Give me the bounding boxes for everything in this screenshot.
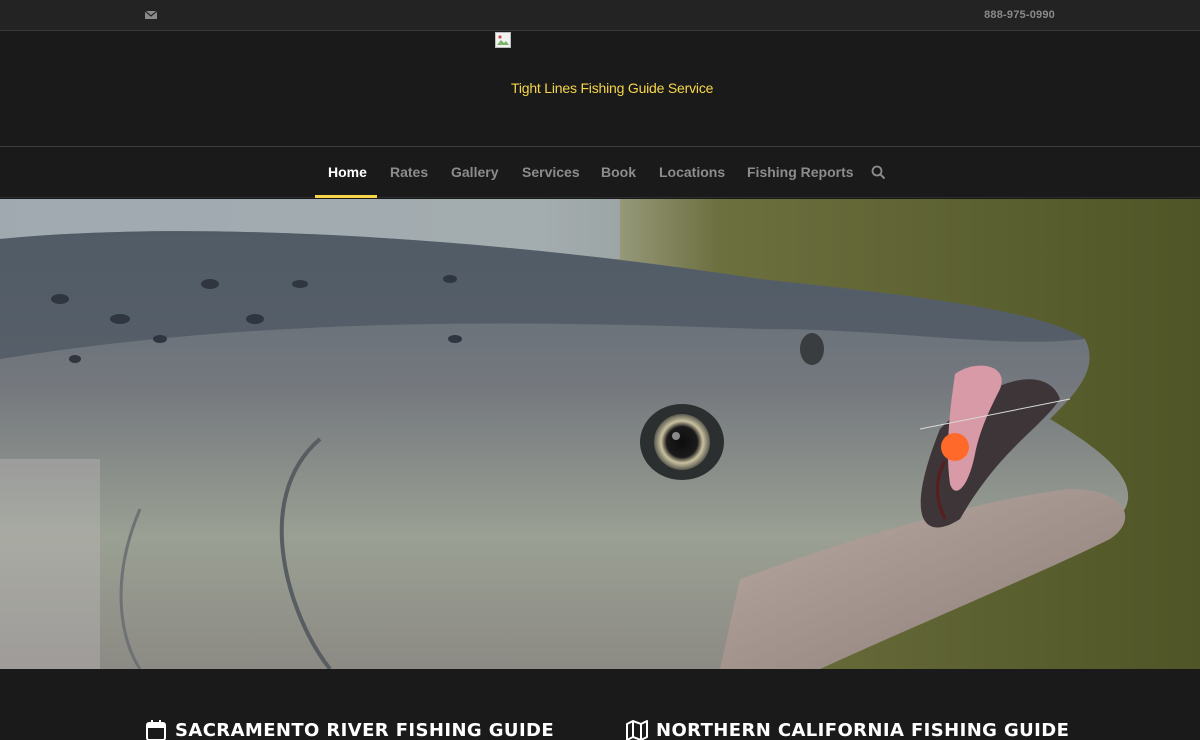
nav-book[interactable]: Book — [601, 164, 636, 180]
salmon-head-photo — [0, 199, 1200, 669]
nav-rates[interactable]: Rates — [390, 164, 428, 180]
phone-number[interactable]: 888-975-0990 — [984, 9, 1055, 21]
main-navigation: Home Rates Gallery Services Book Locatio… — [0, 148, 1200, 198]
map-icon — [626, 720, 648, 740]
section-heading-sacramento: SACRAMENTO RIVER FISHING GUIDE — [145, 719, 554, 740]
envelope-icon[interactable] — [145, 10, 157, 20]
calendar-icon — [146, 720, 166, 740]
section-title-northern-california: NORTHERN CALIFORNIA FISHING GUIDE — [656, 719, 1070, 740]
top-bar: 888-975-0990 — [0, 0, 1200, 31]
nav-home[interactable]: Home — [328, 164, 367, 180]
nav-services[interactable]: Services — [522, 164, 580, 180]
site-header: Tight Lines Fishing Guide Service — [0, 31, 1200, 147]
section-heading-northern-california: NORTHERN CALIFORNIA FISHING GUIDE — [626, 719, 1069, 740]
nav-locations[interactable]: Locations — [659, 164, 725, 180]
search-icon[interactable] — [871, 165, 886, 180]
site-title[interactable]: Tight Lines Fishing Guide Service — [511, 80, 713, 96]
nav-fishing-reports[interactable]: Fishing Reports — [747, 164, 854, 180]
hero-banner — [0, 199, 1200, 669]
active-nav-indicator — [315, 195, 377, 198]
intro-section: SACRAMENTO RIVER FISHING GUIDE NORTHERN … — [0, 670, 1200, 740]
section-title-sacramento: SACRAMENTO RIVER FISHING GUIDE — [175, 719, 555, 740]
broken-image-icon[interactable] — [495, 32, 511, 48]
nav-gallery[interactable]: Gallery — [451, 164, 498, 180]
